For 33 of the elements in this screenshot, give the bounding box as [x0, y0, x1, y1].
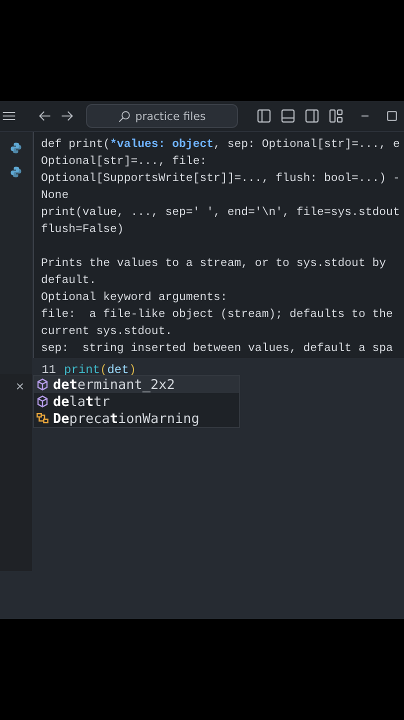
- python-file-icon: [10, 166, 22, 178]
- doc-text: current sys.stdout.: [41, 324, 174, 340]
- doc-text: Prints the values to a stream, or to sys.stdout by: [41, 256, 388, 272]
- class-icon: [36, 412, 49, 425]
- signature-line: None: [41, 188, 70, 204]
- doc-text: Optional keyword arguments:: [41, 290, 228, 306]
- forward-arrow-icon[interactable]: [60, 109, 74, 123]
- search-field[interactable]: practice files: [86, 104, 238, 128]
- code-line: print(det): [64, 363, 136, 377]
- code-example-line: flush=False): [41, 222, 125, 238]
- line-number: 11: [40, 363, 56, 377]
- customize-layout-icon[interactable]: [328, 108, 344, 124]
- suggestion-item[interactable]: determinant_2x2: [34, 376, 239, 393]
- back-arrow-icon[interactable]: [38, 109, 52, 123]
- python-file-icon: [10, 142, 22, 154]
- suggestion-item[interactable]: DeprecationWarning: [34, 410, 239, 427]
- signature-line: def print(*values: object, sep: Optional[str]=..., e: [41, 137, 401, 153]
- menu-icon[interactable]: [2, 109, 16, 123]
- cube-icon: [36, 395, 49, 408]
- close-button[interactable]: ×: [12, 378, 28, 394]
- maximize-icon[interactable]: [385, 109, 399, 123]
- signature-line: Optional[str]=..., file:: [41, 154, 208, 170]
- doc-text: default.: [41, 273, 98, 289]
- signature-line: Optional[SupportsWrite[str]]=..., flush: bool=...) -: [41, 171, 401, 187]
- doc-text: sep: string inserted between values, default a spa: [41, 341, 394, 357]
- doc-text: file: a file-like object (stream); defaults to the: [41, 307, 394, 323]
- split-layout-icon[interactable]: [304, 108, 320, 124]
- cube-icon: [36, 378, 49, 391]
- code-example-line: print(value, ..., sep=' ', end='\n', file=sys.stdout: [41, 205, 401, 221]
- search-icon[interactable]: [118, 110, 132, 122]
- suggestion-item[interactable]: delattr: [34, 393, 239, 410]
- sidebar-layout-icon[interactable]: [256, 108, 272, 124]
- panel-layout-icon[interactable]: [280, 108, 296, 124]
